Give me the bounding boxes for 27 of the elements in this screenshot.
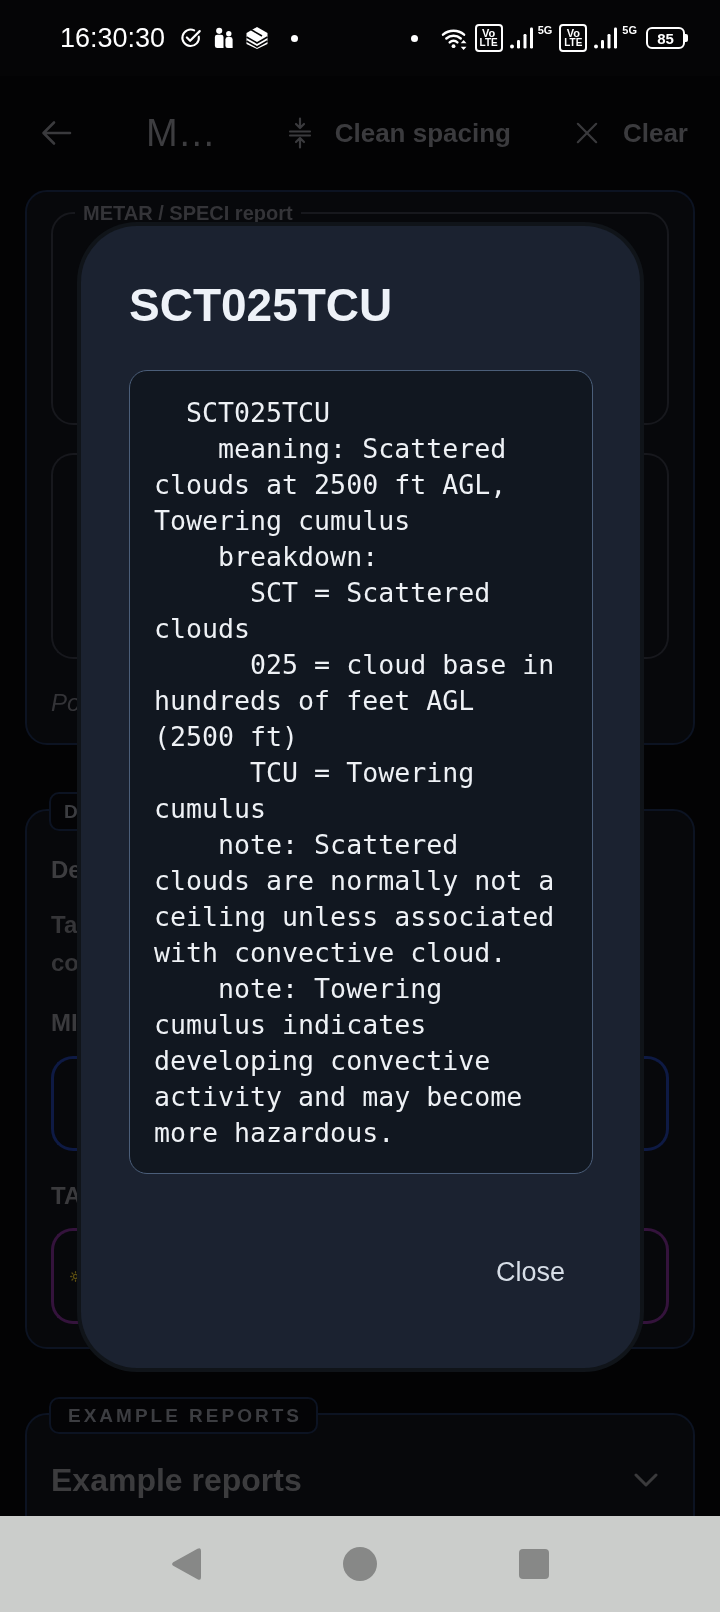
stack-icon xyxy=(245,26,270,50)
dot-icon xyxy=(410,34,418,42)
signal-icon xyxy=(594,27,619,49)
people-icon xyxy=(212,26,236,50)
battery-indicator: 85 xyxy=(646,27,688,49)
network-type-label: 5G xyxy=(537,25,553,36)
recents-icon[interactable] xyxy=(519,1549,549,1579)
volte-badge: Vo LTE xyxy=(474,24,503,52)
section-badge: EXAMPLE REPORTS xyxy=(49,1397,318,1434)
network-type-label: 5G xyxy=(622,25,637,36)
app-title: M… xyxy=(146,111,217,155)
compress-icon xyxy=(287,117,312,149)
chevron-icon[interactable] xyxy=(634,1472,658,1488)
home-icon[interactable] xyxy=(343,1547,377,1581)
close-button[interactable]: Close xyxy=(467,1242,593,1302)
close-icon xyxy=(575,122,598,144)
back-icon[interactable] xyxy=(171,1547,201,1581)
clock-text: 16:30:30 xyxy=(60,22,166,54)
signal-icon xyxy=(509,27,534,49)
dialog-title: SCT025TCU xyxy=(129,278,393,333)
back-arrow-icon[interactable] xyxy=(40,119,72,147)
dot-icon xyxy=(291,34,299,42)
clean-spacing-button[interactable]: Clean spacing xyxy=(287,117,511,149)
explanation-text: SCT025TCU meaning: Scattered clouds at 2500 ft AGL, Towering cumulus breakdown: SCT = Scattered clouds 025 = cloud base in hundreds of feet AGL (2500 ft) TCU = Towering cumulus note: Scattered clouds are normally not a ceiling unless associated with convective cloud. note: Towering cumulus indicates developing convective activity and may become more hazardous. xyxy=(154,396,556,1150)
check-circle-icon xyxy=(180,27,203,49)
clear-button[interactable]: Clear xyxy=(575,117,688,149)
volte-badge: Vo LTE xyxy=(559,24,588,52)
